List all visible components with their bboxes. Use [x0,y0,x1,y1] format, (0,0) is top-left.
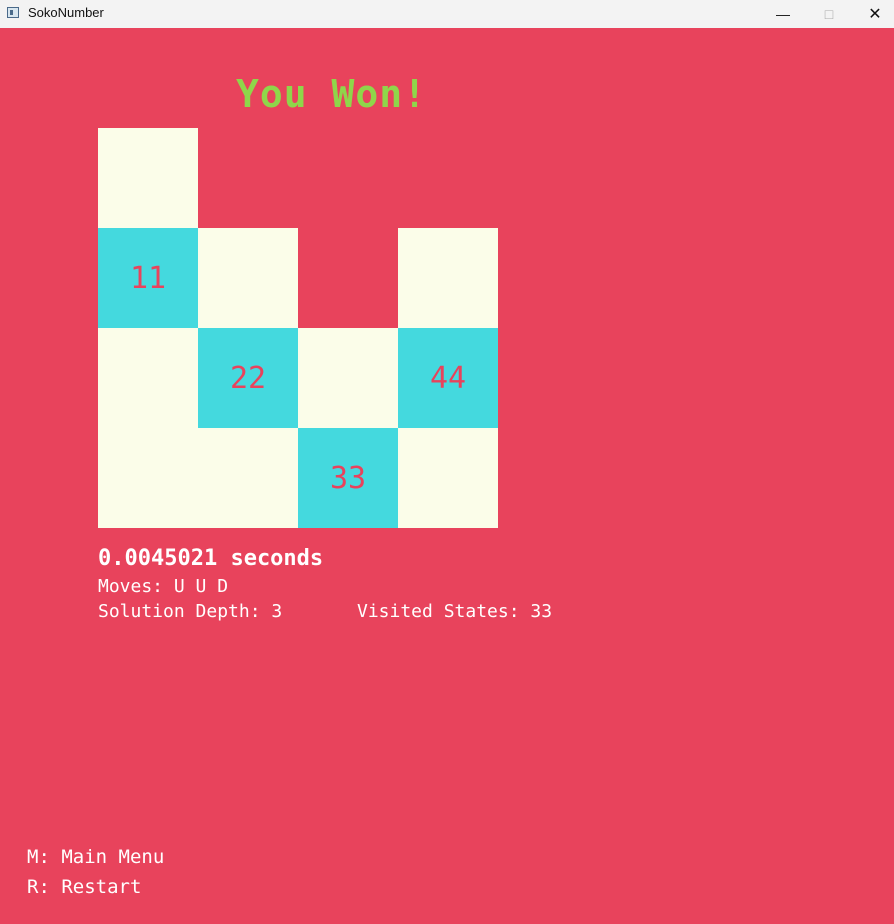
floor-tile [398,228,498,328]
minimize-button[interactable]: — [760,0,806,28]
floor-tile [398,428,498,528]
window-title: SokoNumber [28,5,104,20]
maximize-button[interactable]: □ [806,0,852,28]
solve-time: 0.0045021 seconds [98,546,324,571]
floor-tile [198,428,298,528]
floor-tile [98,328,198,428]
number-box-tile: 22 [198,328,298,428]
number-box-tile: 44 [398,328,498,428]
main-menu-hint: M: Main Menu [27,846,165,868]
floor-tile [98,128,198,228]
app-icon [7,7,19,18]
visited-states: Visited States: 33 [357,601,553,622]
box-number: 11 [129,260,167,296]
box-number: 44 [429,360,467,396]
close-button[interactable]: ✕ [852,0,894,28]
moves-list: Moves: U U D [98,576,229,597]
floor-tile [298,328,398,428]
box-number: 22 [229,360,267,396]
solution-depth: Solution Depth: 3 [98,601,283,622]
game-canvas[interactable]: You Won! 11 22 44 33 0.0045021 seconds Move… [0,28,894,924]
number-box-tile: 11 [98,228,198,328]
title-bar: SokoNumber — □ ✕ [0,0,894,28]
restart-hint: R: Restart [27,876,142,898]
floor-tile [198,228,298,328]
floor-tile [98,428,198,528]
game-board: 11 22 44 33 [98,128,498,528]
number-box-tile: 33 [298,428,398,528]
win-message: You Won! [236,72,428,116]
box-number: 33 [329,460,367,496]
